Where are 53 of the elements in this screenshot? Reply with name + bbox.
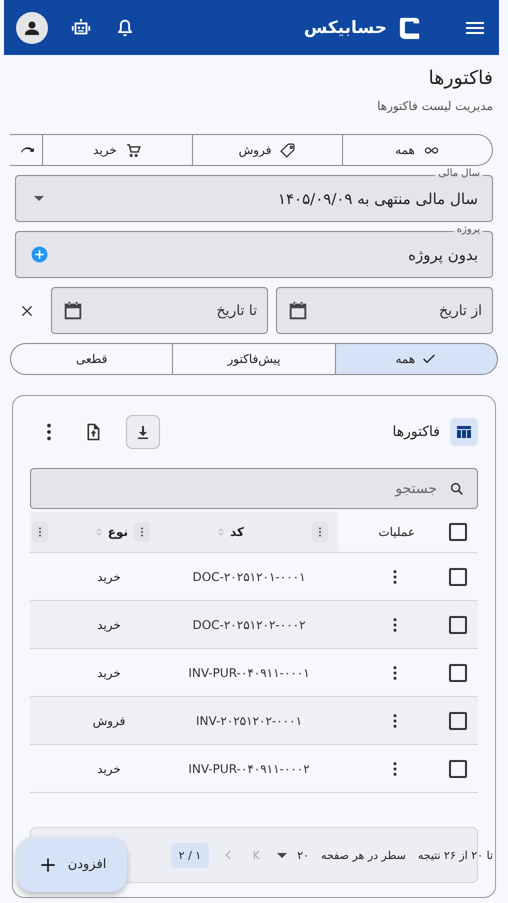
checkbox[interactable]	[449, 523, 467, 541]
column-menu-icon[interactable]	[134, 522, 150, 542]
status-segment[interactable]: همه	[336, 343, 498, 375]
download-button[interactable]	[126, 415, 160, 449]
filter-segment[interactable]: همه	[343, 134, 493, 166]
table-cell: خرید	[97, 618, 121, 632]
checkbox[interactable]	[449, 616, 467, 634]
checkbox[interactable]	[449, 712, 467, 730]
date-field[interactable]: از تاریخ	[276, 287, 493, 334]
table-cell: فروش	[92, 714, 126, 728]
field-label: پروژه	[454, 223, 483, 237]
checkbox[interactable]	[449, 760, 467, 778]
tag-icon	[279, 142, 296, 158]
table-cell: خرید	[97, 666, 121, 680]
card-title: فاکتورها	[392, 424, 440, 440]
status-segment[interactable]: قطعی	[10, 343, 174, 375]
table-icon	[450, 418, 478, 446]
column-header[interactable]: نوع	[108, 525, 128, 539]
column-menu-icon[interactable]	[312, 522, 328, 542]
table-cell: خرید	[97, 570, 121, 584]
cart-icon	[124, 142, 142, 158]
table-cell: INV-PUR-۰۴۰۹۱۱-۰۰۰۲	[188, 762, 310, 776]
app-name: حسابیکس	[304, 18, 387, 38]
column-header[interactable]: کد	[230, 525, 244, 539]
dropdown-caret-icon	[34, 196, 44, 201]
range-text: تا ۲۰ از ۲۶ نتیجه	[418, 848, 493, 862]
table-cell: DOC-۲۰۲۵۱۲۰۱-۰۰۰۱	[192, 570, 306, 584]
rows-per-page-select[interactable]: ۲۰	[277, 848, 310, 862]
filter-segment[interactable]: فروش	[193, 134, 343, 166]
page-indicator: ۱ / ۲	[170, 842, 210, 868]
checkbox[interactable]	[449, 664, 467, 682]
rows-per-page-label: سطر در هر صفحه	[321, 848, 406, 862]
calendar-icon[interactable]	[62, 300, 84, 322]
add-button[interactable]: افزودن	[17, 837, 127, 892]
search-field[interactable]: جستجو	[30, 468, 478, 509]
calendar-icon[interactable]	[287, 300, 309, 322]
date-field[interactable]: تا تاریخ	[51, 287, 268, 334]
status-segment[interactable]: پیش‌فاکتور	[173, 343, 336, 375]
filter-segment[interactable]: خرید	[43, 134, 193, 166]
avatar-icon[interactable]	[16, 12, 48, 44]
add-icon[interactable]	[30, 245, 49, 264]
column-header[interactable]: عملیات	[378, 525, 415, 539]
filter-segment[interactable]	[10, 134, 43, 166]
page-subtitle: مدیریت لیست فاکتورها	[376, 98, 493, 115]
table-cell: DOC-۲۰۲۵۱۲۰۲-۰۰۰۲	[192, 618, 306, 632]
checkbox[interactable]	[449, 568, 467, 586]
table-cell: INV-۲۰۲۵۱۲۰۲-۰۰۰۱	[196, 714, 302, 728]
page-title: فاکتورها	[428, 66, 493, 91]
dropdown-caret-icon[interactable]	[277, 852, 288, 858]
table-cell: INV-PUR-۰۴۰۹۱۱-۰۰۰۱	[188, 666, 310, 680]
table-cell: خرید	[97, 762, 121, 776]
column-menu-icon[interactable]	[32, 522, 48, 542]
search-icon	[449, 480, 465, 496]
